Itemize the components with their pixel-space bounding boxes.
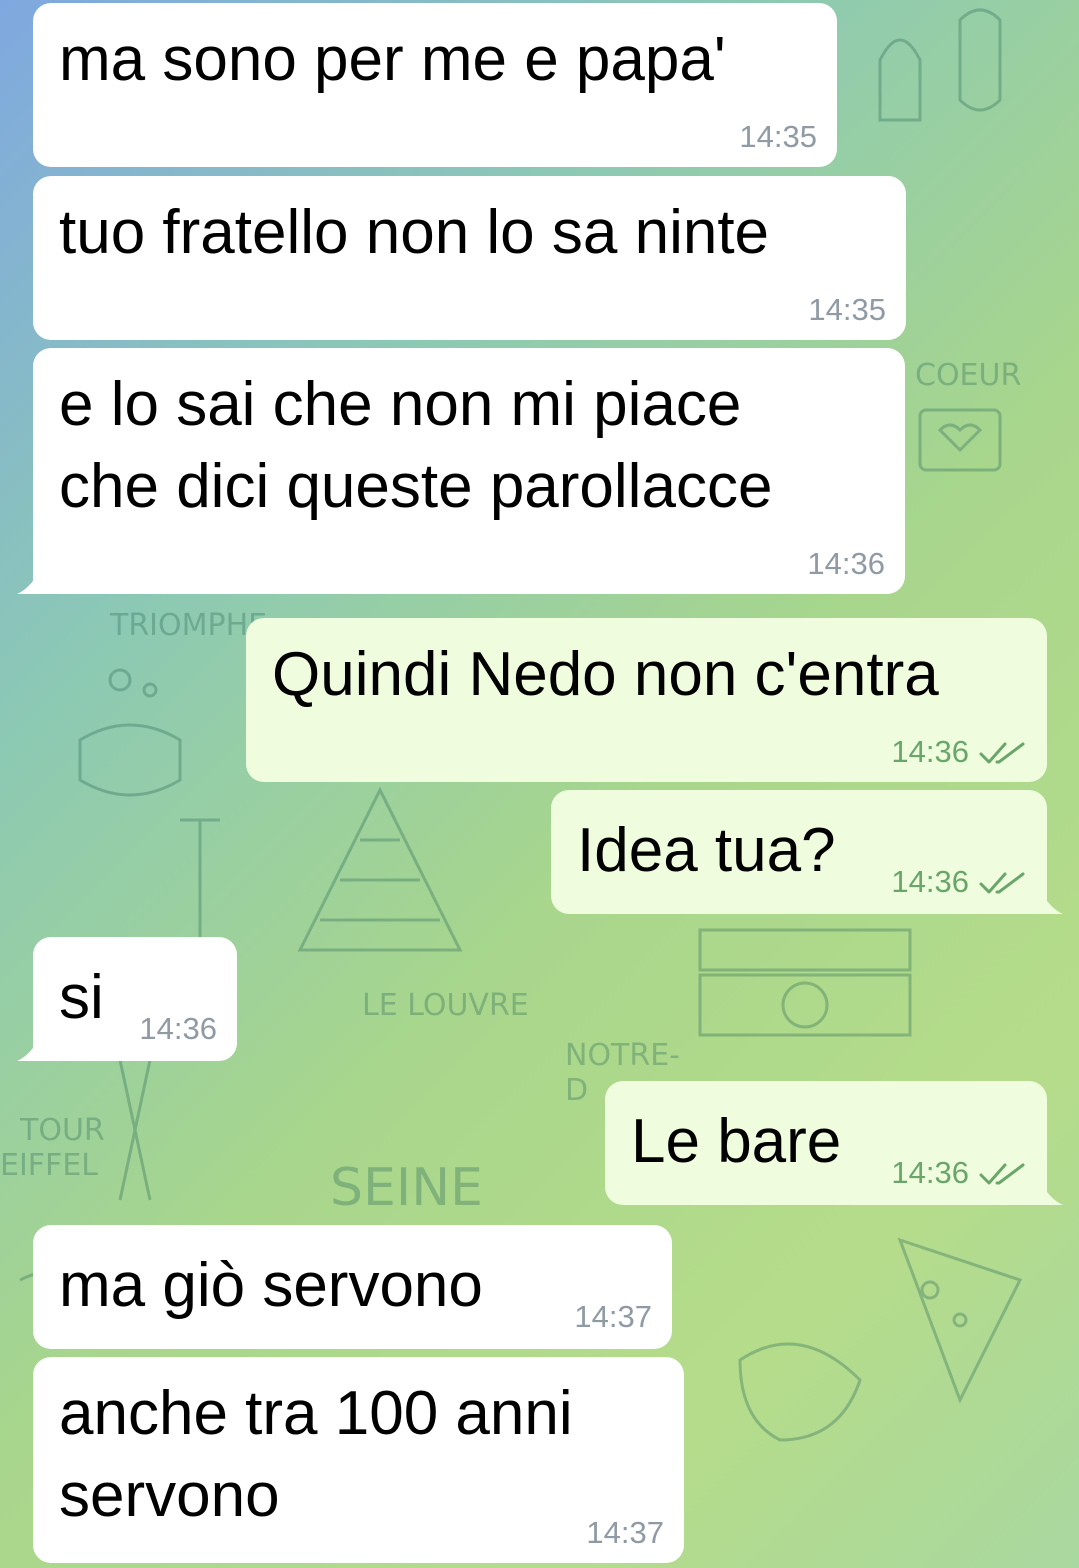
message-text: Le bare (631, 1107, 842, 1176)
message-bubble-incoming[interactable]: ma giò servono 14:37 (33, 1225, 672, 1349)
bg-label-notre: NOTRE- (565, 1038, 680, 1073)
message-bubble-outgoing[interactable]: Quindi Nedo non c'entra 14:36 (246, 618, 1047, 782)
double-check-icon (979, 872, 1025, 894)
bg-label-triomphe: TRIOMPHE (109, 608, 267, 643)
message-time: 14:35 (739, 119, 817, 154)
bubble-tail (1039, 1179, 1063, 1205)
message-text: Quindi Nedo non c'entra (272, 640, 939, 709)
bg-label-seine: SEINE (330, 1158, 483, 1218)
message-text: tuo fratello non lo sa ninte (59, 198, 770, 267)
message-time: 14:36 (139, 1011, 217, 1046)
message-bubble-incoming[interactable]: si 14:36 (17, 937, 237, 1061)
message-text: anche tra 100 anni servono (59, 1379, 573, 1530)
message-bubble-incoming[interactable]: anche tra 100 anni servono 14:37 (33, 1357, 684, 1563)
message-text: si (59, 963, 104, 1032)
double-check-icon (979, 1163, 1025, 1185)
message-text: Idea tua? (577, 816, 836, 885)
bg-label-tour: TOUR (19, 1113, 105, 1148)
message-bubble-incoming[interactable]: ma sono per me e papa' 14:35 (33, 3, 837, 167)
message-bubble-incoming[interactable]: e lo sai che non mi piace che dici quest… (17, 348, 905, 594)
double-check-icon (979, 742, 1025, 764)
bg-label-eiffel: EIFFEL (0, 1148, 98, 1183)
message-time: 14:35 (808, 292, 886, 327)
message-time: 14:36 (807, 546, 885, 581)
message-bubble-outgoing[interactable]: Le bare 14:36 (605, 1081, 1063, 1205)
message-text: e lo sai che non mi piace che dici quest… (59, 370, 773, 521)
message-bubble-incoming[interactable]: tuo fratello non lo sa ninte 14:35 (33, 176, 906, 340)
bubble-tail (17, 568, 41, 594)
message-bubble-outgoing[interactable]: Idea tua? 14:36 (551, 790, 1063, 914)
message-time: 14:36 (891, 864, 969, 899)
bg-label-louvre: LE LOUVRE (362, 988, 529, 1023)
message-text: ma giò servono (59, 1251, 483, 1320)
bg-label-notre-d: D (565, 1073, 588, 1108)
bg-label-coeur: COEUR (915, 358, 1021, 393)
message-time: 14:36 (891, 734, 969, 769)
bubble-tail (1039, 888, 1063, 914)
message-time: 14:36 (891, 1155, 969, 1190)
message-text: ma sono per me e papa' (59, 25, 726, 94)
bubble-tail (17, 1035, 41, 1061)
message-time: 14:37 (586, 1515, 664, 1550)
message-time: 14:37 (574, 1299, 652, 1334)
